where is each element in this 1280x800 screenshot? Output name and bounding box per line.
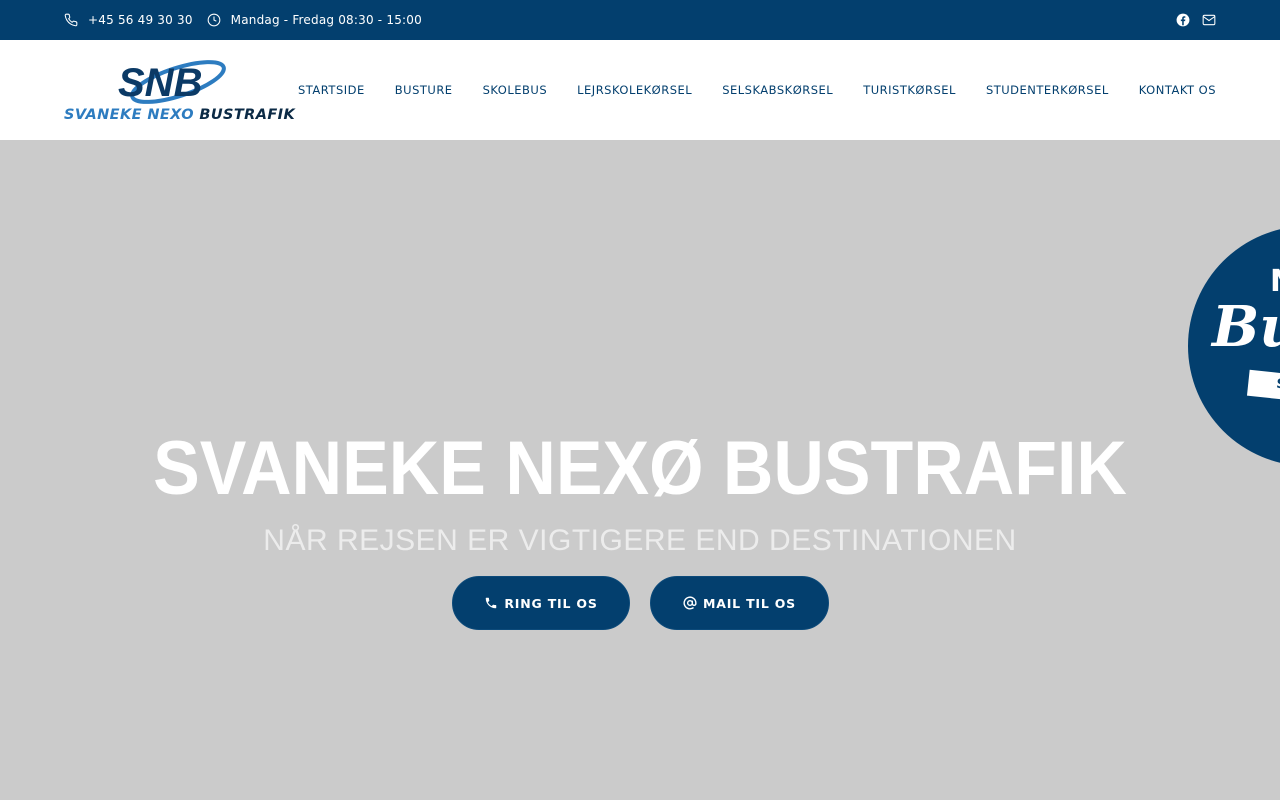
logo-wordmark: SVANEKE NEXO BUSTRAFIK [64,107,295,123]
nav-item-lejrskolekorsel[interactable]: LEJRSKOLEKØRSEL [577,83,692,97]
mail-us-button[interactable]: MAIL TIL OS [650,576,829,630]
logo-word-1: SVANEKE NEXO [64,107,194,123]
main-nav: STARTSIDE BUSTURE SKOLEBUS LEJRSKOLEKØRS… [298,40,1216,140]
mail-us-label: MAIL TIL OS [702,595,796,611]
svg-text:SNB: SNB [118,61,202,105]
facebook-icon[interactable] [1176,13,1190,27]
badge-text-2: Bu [1212,294,1280,360]
nav-item-selskabskorsel[interactable]: SELSKABSKØRSEL [722,83,833,97]
clock-icon [207,13,221,27]
nav-item-startside[interactable]: STARTSIDE [298,83,365,97]
call-us-label: RING TIL OS [504,595,598,611]
logo-mark-icon: SNB [118,60,226,105]
at-sign-icon [683,596,697,610]
badge-ribbon: S [1246,369,1280,409]
nav-item-studenterkorsel[interactable]: STUDENTERKØRSEL [986,83,1109,97]
social-links [1176,0,1216,40]
nav-item-skolebus[interactable]: SKOLEBUS [483,83,548,97]
phone-icon [64,13,78,27]
hero-section: N Bu S SVANEKE NEXØ BUSTRAFIK NÅR REJSEN… [0,140,1280,800]
hero-title: SVANEKE NEXØ BUSTRAFIK [153,426,1127,511]
nav-item-kontakt-os[interactable]: KONTAKT OS [1139,83,1216,97]
top-contact: +45 56 49 30 30 Mandag - Fredag 08:30 - … [64,0,436,40]
badge-text-3: S [1275,376,1280,393]
site-logo[interactable]: SNB SVANEKE NEXO BUSTRAFIK [64,56,295,126]
top-bar: +45 56 49 30 30 Mandag - Fredag 08:30 - … [0,0,1280,40]
site-header: SNB SVANEKE NEXO BUSTRAFIK STARTSIDE BUS… [0,40,1280,140]
logo-word-2: BUSTRAFIK [199,107,296,123]
nav-item-turistkorsel[interactable]: TURISTKØRSEL [863,83,956,97]
hero-subtitle: NÅR REJSEN ER VIGTIGERE END DESTINATIONE… [263,524,1017,557]
call-us-button[interactable]: RING TIL OS [452,576,630,630]
phone-number[interactable]: +45 56 49 30 30 [88,13,193,27]
phone-icon [484,596,498,610]
opening-hours: Mandag - Fredag 08:30 - 15:00 [230,13,422,27]
nav-item-busture[interactable]: BUSTURE [395,83,453,97]
mail-icon[interactable] [1202,13,1216,27]
